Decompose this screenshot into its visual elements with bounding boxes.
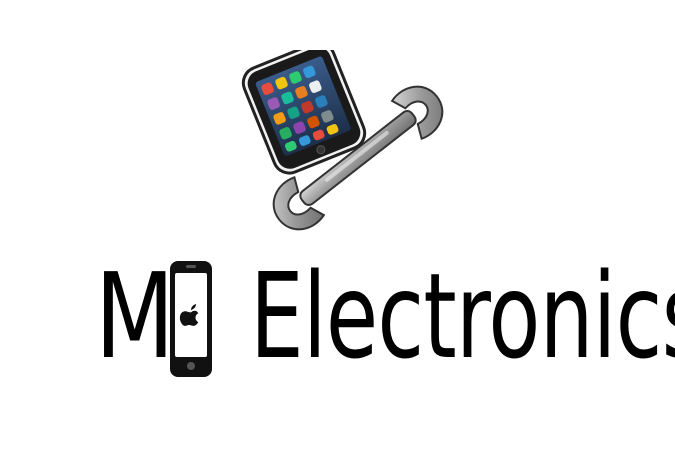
brand-word-electronics: Electronics <box>250 247 675 385</box>
phone-icon <box>170 261 212 377</box>
brand-letter-m: M <box>95 247 174 385</box>
logo-illustration <box>241 50 444 231</box>
logo-canvas: M Electronics <box>0 0 675 450</box>
brand-wordmark: M Electronics <box>95 246 675 386</box>
